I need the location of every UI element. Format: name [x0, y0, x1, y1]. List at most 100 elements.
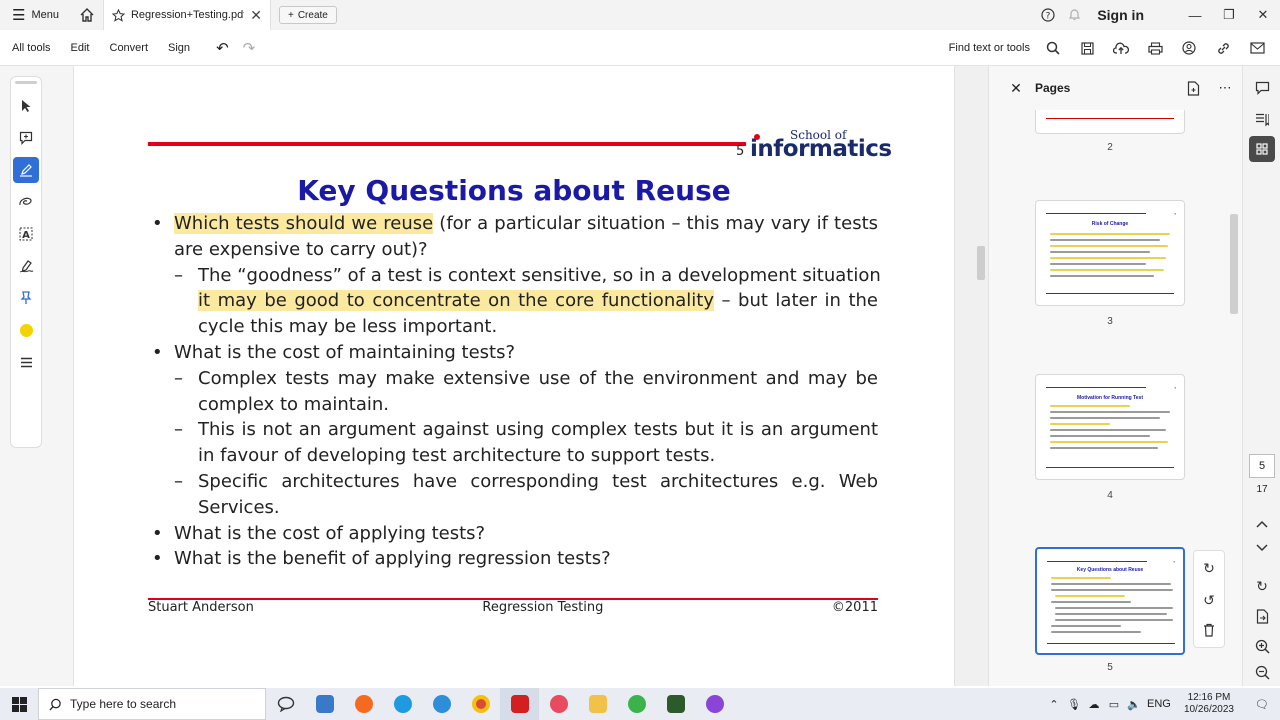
bell-icon[interactable] — [1061, 0, 1087, 30]
home-button[interactable] — [71, 0, 103, 30]
sign-menu[interactable]: Sign — [158, 42, 200, 54]
thumb-line — [1055, 619, 1173, 621]
wechat-taskbar-icon[interactable] — [617, 688, 656, 720]
app-blue-taskbar-icon[interactable] — [422, 688, 461, 720]
pages-scrollbar[interactable] — [1227, 110, 1241, 686]
save-icon[interactable] — [1072, 33, 1102, 63]
bullet-dot: • — [152, 522, 163, 544]
convert-menu[interactable]: Convert — [100, 42, 159, 54]
page-thumbnail-4[interactable]: ▪ Motivation for Running Test — [1035, 374, 1185, 480]
highlight-core-functionality[interactable]: it may be good to concentrate on the cor… — [198, 290, 714, 312]
draw-freehand-icon[interactable] — [13, 189, 39, 215]
rotate-clockwise-icon[interactable]: ↻ — [1194, 553, 1224, 583]
page-thumbnail-3[interactable]: ▪ Risk of Change — [1035, 200, 1185, 306]
link-icon[interactable] — [1208, 33, 1238, 63]
thumb-logo-mark: ▪ — [1174, 385, 1176, 390]
pin-icon[interactable] — [13, 285, 39, 311]
firefox-taskbar-icon[interactable] — [344, 688, 383, 720]
edit-menu[interactable]: Edit — [61, 42, 100, 54]
yellow-color-swatch[interactable] — [19, 323, 33, 337]
thumb-line — [1051, 583, 1171, 585]
more-tools-icon[interactable] — [13, 349, 39, 375]
sub-3-line-1: – This is not an argument against using … — [152, 417, 878, 443]
show-hidden-icons-icon[interactable]: ⌃ — [1044, 698, 1064, 711]
zoom-in-icon[interactable] — [1247, 632, 1277, 660]
sign-in-button[interactable]: Sign in — [1097, 7, 1144, 23]
thumb-rule — [1046, 213, 1146, 214]
file-explorer-taskbar-icon[interactable] — [305, 688, 344, 720]
thumb-line — [1051, 601, 1131, 603]
text-box-icon[interactable]: A — [13, 221, 39, 247]
thumb-line — [1051, 631, 1141, 633]
undo-icon[interactable]: ↶ — [216, 39, 229, 57]
document-viewport[interactable]: 5 School of informatics Key Questions ab… — [74, 66, 954, 686]
find-text-label[interactable]: Find text or tools — [949, 42, 1030, 54]
language-indicator[interactable]: ENG — [1144, 698, 1174, 710]
edge-taskbar-icon[interactable] — [383, 688, 422, 720]
chrome-taskbar-icon[interactable] — [461, 688, 500, 720]
taskbar-search-box[interactable]: Type here to search — [38, 688, 266, 720]
refresh-icon[interactable]: ↻ — [1247, 572, 1277, 600]
minimize-icon[interactable]: — — [1178, 0, 1212, 30]
color-picker[interactable] — [13, 317, 39, 343]
bullet-1-text: (for a particular situation – this may v… — [433, 213, 879, 234]
highlight-pen-icon[interactable] — [13, 157, 39, 183]
game-taskbar-icon[interactable] — [656, 688, 695, 720]
close-tab-icon[interactable]: ✕ — [250, 7, 262, 24]
email-icon[interactable] — [1242, 33, 1272, 63]
star-icon[interactable] — [111, 8, 125, 22]
acrobat-taskbar-icon[interactable] — [500, 688, 539, 720]
all-tools-menu[interactable]: All tools — [0, 42, 61, 54]
insert-page-icon[interactable] — [1179, 74, 1207, 102]
hamburger-icon: ☰ — [12, 6, 26, 24]
app-purple-taskbar-icon[interactable] — [695, 688, 734, 720]
upload-cloud-icon[interactable] — [1106, 33, 1136, 63]
pages-scroll-thumb[interactable] — [1230, 214, 1238, 314]
dash-marker: – — [174, 264, 183, 286]
highlight-which-tests[interactable]: Which tests should we reuse — [174, 213, 434, 234]
comment-icon[interactable] — [1247, 74, 1277, 102]
recorder-taskbar-icon[interactable] — [539, 688, 578, 720]
sub-3-line-2: in favour of developing test architectur… — [198, 445, 716, 467]
share-user-icon[interactable] — [1174, 33, 1204, 63]
folder-taskbar-icon[interactable] — [578, 688, 617, 720]
redo-icon[interactable]: ↷ — [243, 39, 256, 57]
print-icon[interactable] — [1140, 33, 1170, 63]
taskbar-clock[interactable]: 12:16 PM 10/26/2023 — [1184, 692, 1234, 716]
document-tab[interactable]: Regression+Testing.pdf ✕ — [102, 0, 271, 30]
document-scrollbar[interactable] — [954, 66, 988, 686]
windows-logo-icon — [11, 696, 27, 712]
select-cursor-icon[interactable] — [13, 93, 39, 119]
sub-4-text: Specific architectures have correspondin… — [198, 470, 878, 492]
add-comment-icon[interactable] — [13, 125, 39, 151]
volume-icon[interactable]: 🔈 — [1124, 698, 1144, 711]
current-page-input[interactable]: 5 — [1249, 454, 1275, 478]
next-page-icon[interactable] — [1247, 534, 1277, 562]
delete-page-icon[interactable] — [1194, 615, 1224, 645]
page-thumbnail-2[interactable] — [1035, 110, 1185, 134]
document-scroll-thumb[interactable] — [977, 246, 985, 280]
microphone-icon[interactable]: 🎙 — [1064, 698, 1084, 711]
bookmark-list-icon[interactable] — [1247, 106, 1277, 134]
zoom-out-icon[interactable] — [1247, 658, 1277, 686]
page-thumbnails-icon[interactable] — [1249, 136, 1275, 162]
help-icon[interactable]: ? — [1035, 0, 1061, 30]
restore-icon[interactable]: ❐ — [1212, 0, 1246, 30]
fill-sign-icon[interactable] — [13, 253, 39, 279]
rotate-counterclockwise-icon[interactable]: ↺ — [1194, 585, 1224, 615]
menu-button[interactable]: ☰ Menu — [0, 0, 71, 30]
notifications-icon[interactable]: 🗨 — [1244, 698, 1280, 711]
cortana-icon[interactable] — [266, 688, 305, 720]
page-thumbnail-5[interactable]: ▪ Key Questions about Reuse — [1035, 547, 1185, 655]
close-panel-icon[interactable]: ✕ — [1001, 80, 1031, 97]
more-options-icon[interactable]: ⋯ — [1211, 74, 1239, 102]
create-button[interactable]: + Create — [278, 6, 337, 24]
search-icon[interactable] — [1038, 33, 1068, 63]
onedrive-icon[interactable]: ☁ — [1084, 698, 1104, 711]
home-icon — [80, 8, 94, 22]
drag-handle[interactable] — [15, 81, 37, 84]
network-icon[interactable]: ▭ — [1104, 698, 1124, 711]
start-button[interactable] — [0, 688, 38, 720]
extract-page-icon[interactable] — [1247, 602, 1277, 630]
close-window-icon[interactable]: ✕ — [1246, 0, 1280, 30]
